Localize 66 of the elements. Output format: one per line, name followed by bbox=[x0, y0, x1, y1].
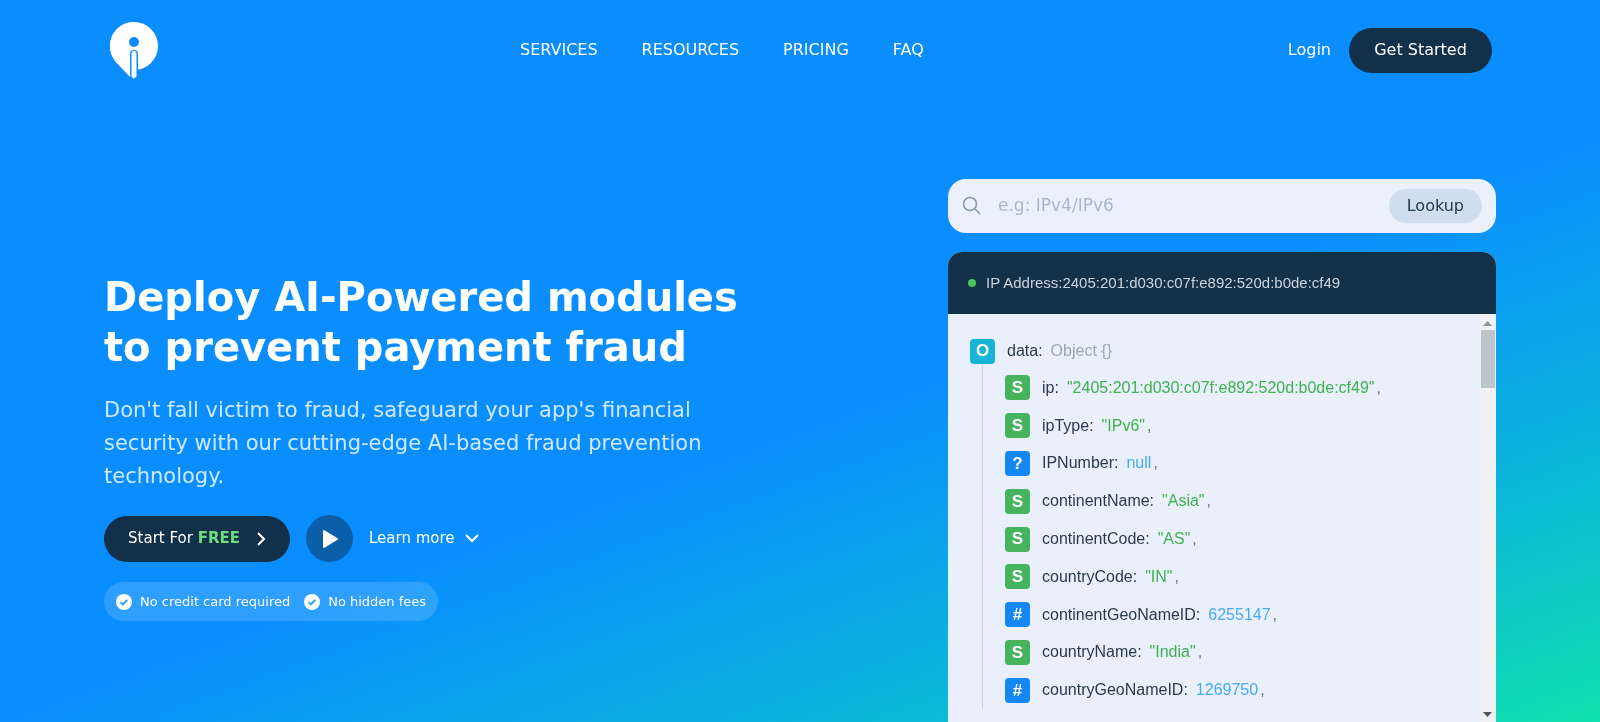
comma-text: , bbox=[1260, 680, 1265, 701]
field-key: continentName: bbox=[1042, 489, 1155, 514]
field-key: continentGeoNameID: bbox=[1042, 602, 1201, 627]
chevron-right-icon bbox=[255, 530, 266, 547]
field-value: "Asia" bbox=[1162, 491, 1205, 512]
search-icon bbox=[962, 196, 982, 216]
nav-link[interactable]: FAQ bbox=[892, 38, 924, 62]
type-badge: S bbox=[1005, 526, 1030, 552]
field-value: "IPv6" bbox=[1101, 415, 1145, 436]
check-circle-icon bbox=[116, 593, 132, 610]
logo-icon[interactable] bbox=[108, 20, 160, 80]
type-badge: S bbox=[1005, 488, 1030, 514]
login-link[interactable]: Login bbox=[1287, 38, 1331, 62]
play-button[interactable] bbox=[306, 515, 353, 562]
type-badge: S bbox=[1005, 375, 1030, 401]
scrollbar[interactable] bbox=[1479, 314, 1496, 722]
start-button[interactable]: Start For FREE bbox=[104, 515, 290, 562]
comma-text: , bbox=[1197, 642, 1203, 663]
field-value: "AS" bbox=[1157, 529, 1191, 550]
ip-address-label: IP Address:2405:201:d030:c07f:e892:520d:b0de:cf49 bbox=[986, 272, 1341, 293]
comma-text: , bbox=[1146, 415, 1152, 436]
nav-link[interactable]: SERVICES bbox=[520, 38, 598, 62]
field-key: continentCode: bbox=[1042, 527, 1150, 552]
field-key: countryName: bbox=[1042, 640, 1142, 665]
perk-text: No credit card required bbox=[140, 592, 291, 611]
scroll-up-icon[interactable] bbox=[1483, 320, 1492, 326]
field-key: data: bbox=[1007, 339, 1043, 363]
play-icon bbox=[321, 529, 338, 548]
type-badge: ? bbox=[1005, 451, 1030, 476]
field-value: 1269750 bbox=[1195, 680, 1259, 701]
scroll-down-icon[interactable] bbox=[1483, 712, 1492, 718]
field-value: "IN" bbox=[1145, 566, 1173, 587]
comma-text: , bbox=[1174, 566, 1179, 587]
field-value: 6255147 bbox=[1208, 604, 1271, 625]
chevron-down-icon bbox=[464, 534, 479, 543]
field-key: ipType: bbox=[1042, 413, 1094, 438]
scroll-thumb[interactable] bbox=[1480, 330, 1495, 388]
get-started-button[interactable]: Get Started bbox=[1349, 27, 1492, 73]
hero-subtitle: Don't fall victim to fraud, safeguard your app's financial security with our cutting-edge AI-based fraud prevention technology. bbox=[104, 397, 703, 490]
comma-text: , bbox=[1153, 453, 1158, 474]
field-key: IPNumber: bbox=[1042, 451, 1119, 476]
type-badge: O bbox=[970, 338, 995, 364]
field-value: Object {} bbox=[1050, 341, 1112, 361]
field-key: countryGeoNameID: bbox=[1042, 678, 1188, 703]
type-badge: S bbox=[1005, 413, 1030, 439]
field-key: countryCode: bbox=[1042, 564, 1138, 589]
lookup-button[interactable]: Lookup bbox=[1388, 189, 1482, 223]
learn-more-button[interactable]: Learn more bbox=[369, 527, 479, 550]
field-value: "India" bbox=[1149, 642, 1196, 663]
nav-link[interactable]: PRICING bbox=[783, 38, 849, 62]
field-key: ip: bbox=[1042, 375, 1059, 400]
field-value: "2405:201:d030:c07f:e892:520d:b0de:cf49" bbox=[1066, 377, 1375, 398]
comma-text: , bbox=[1192, 529, 1197, 550]
hero-heading: Deploy AI-Powered modules to prevent payment fraud bbox=[104, 273, 739, 372]
field-value: null bbox=[1126, 453, 1152, 474]
perk-text: No hidden fees bbox=[328, 592, 427, 611]
type-badge: S bbox=[1005, 639, 1030, 665]
type-badge: # bbox=[1005, 602, 1030, 628]
type-badge: S bbox=[1005, 564, 1030, 590]
check-circle-icon bbox=[304, 593, 321, 610]
nav-link[interactable]: RESOURCES bbox=[641, 38, 740, 62]
search-field[interactable]: e.g: IPv4/IPv6 Lookup bbox=[948, 179, 1496, 233]
comma-text: , bbox=[1272, 604, 1278, 625]
comma-text: , bbox=[1376, 377, 1381, 398]
comma-text: , bbox=[1206, 491, 1211, 512]
type-badge: # bbox=[1005, 677, 1030, 703]
